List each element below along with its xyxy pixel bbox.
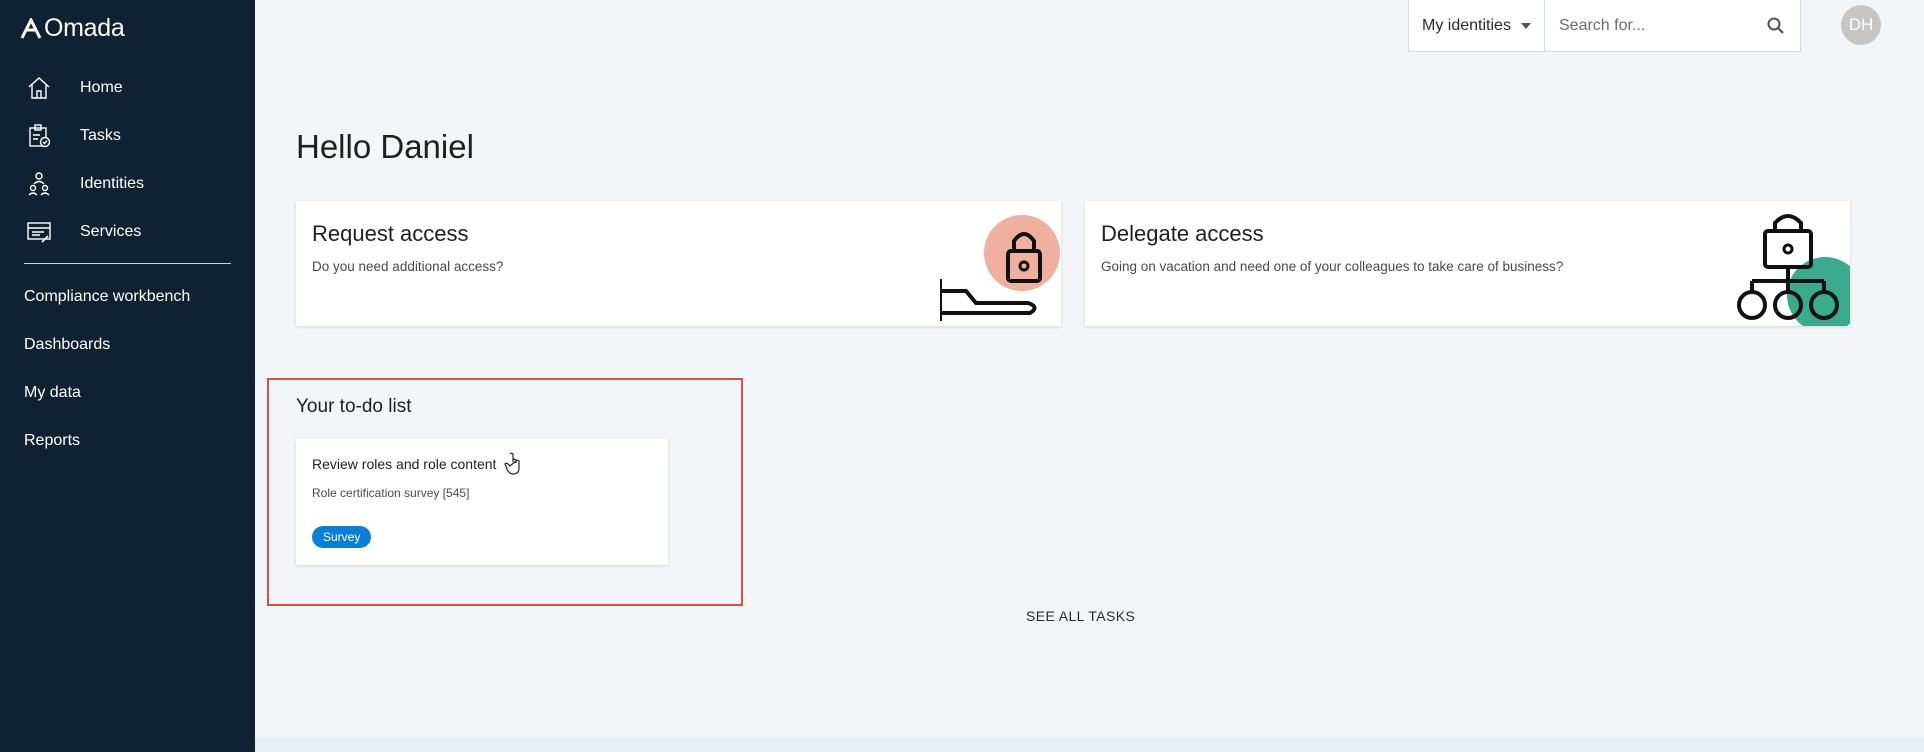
sidebar-divider xyxy=(24,263,231,264)
search-input[interactable] xyxy=(1559,16,1766,35)
home-icon xyxy=(24,73,54,103)
todo-item-name: Review roles and role content xyxy=(312,456,497,472)
services-icon xyxy=(24,217,54,247)
topbar-search-box: My identities xyxy=(1408,0,1801,52)
request-access-illustration-icon xyxy=(940,215,1060,321)
sidebar-item-label: Home xyxy=(80,79,123,96)
page-title: Hello Daniel xyxy=(296,128,474,165)
request-access-card[interactable]: Request access Do you need additional ac… xyxy=(296,201,1061,326)
sidebar-item-identities[interactable]: Identities xyxy=(24,168,144,200)
sidebar-item-label: Tasks xyxy=(80,127,121,144)
todo-item-subtitle: Role certification survey [545] xyxy=(312,486,470,500)
todo-item-card[interactable]: Review roles and role content Role certi… xyxy=(296,439,668,565)
identities-icon xyxy=(24,169,54,199)
see-all-tasks-link[interactable]: SEE ALL TASKS xyxy=(1026,608,1135,624)
card-title: Request access xyxy=(312,221,469,246)
sidebar-item-label: Services xyxy=(80,223,142,240)
tasks-icon xyxy=(24,121,54,151)
status-badge: Survey xyxy=(312,526,372,548)
sidebar-link-reports[interactable]: Reports xyxy=(24,432,80,450)
sidebar-link-my-data[interactable]: My data xyxy=(24,384,81,402)
sidebar-item-tasks[interactable]: Tasks xyxy=(24,120,121,152)
hand-cursor-icon xyxy=(504,452,520,475)
caret-down-icon xyxy=(1520,22,1531,29)
bottom-strip xyxy=(255,738,1924,752)
sidebar-item-home[interactable]: Home xyxy=(24,72,123,104)
card-description: Going on vacation and need one of your c… xyxy=(1101,259,1564,274)
delegate-access-illustration-icon xyxy=(1737,214,1850,326)
sidebar-item-label: Identities xyxy=(80,175,145,192)
omada-logo-icon xyxy=(20,17,42,39)
search-icon[interactable] xyxy=(1766,16,1786,36)
sidebar: Omada Home Tasks Identities Services Com… xyxy=(0,0,255,752)
identity-scope-label: My identities xyxy=(1422,16,1511,34)
card-title: Delegate access xyxy=(1101,221,1264,246)
search-field xyxy=(1545,0,1800,51)
identity-scope-select[interactable]: My identities xyxy=(1409,0,1545,51)
delegate-access-card[interactable]: Delegate access Going on vacation and ne… xyxy=(1085,201,1850,326)
todo-list-title: Your to-do list xyxy=(296,396,412,417)
omada-logo[interactable]: Omada xyxy=(20,14,125,43)
sidebar-link-dashboards[interactable]: Dashboards xyxy=(24,336,110,354)
sidebar-item-services[interactable]: Services xyxy=(24,216,141,248)
card-description: Do you need additional access? xyxy=(312,259,504,274)
logo-text: Omada xyxy=(44,14,125,42)
avatar[interactable]: DH xyxy=(1841,5,1881,45)
sidebar-link-compliance-workbench[interactable]: Compliance workbench xyxy=(24,288,190,306)
